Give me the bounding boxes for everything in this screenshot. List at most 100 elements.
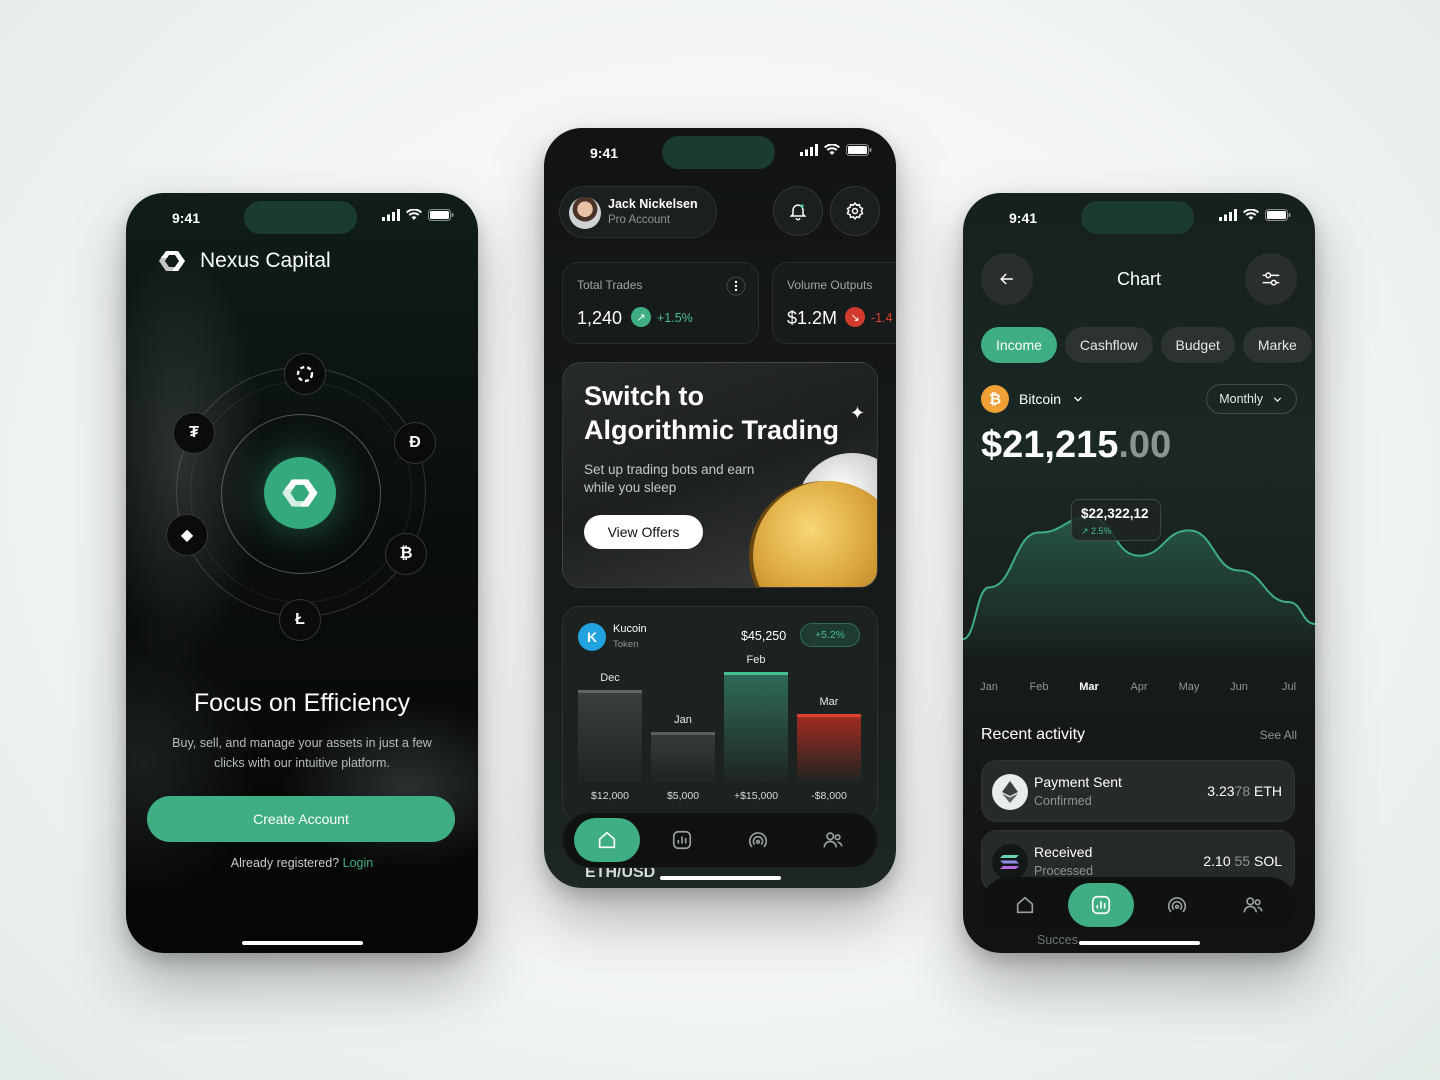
polkadot-icon xyxy=(284,353,326,395)
create-account-button[interactable]: Create Account xyxy=(147,796,455,842)
bar-mark xyxy=(578,690,642,782)
tab-income[interactable]: Income xyxy=(981,327,1057,363)
login-link[interactable]: Login xyxy=(343,856,374,870)
activity-amount: 2.10 55 SOL xyxy=(1203,853,1282,869)
bar-jan: Jan $5,000 xyxy=(651,607,715,821)
bar-feb: Feb +$15,000 xyxy=(724,607,788,821)
price-cents: .00 xyxy=(1118,424,1172,466)
litecoin-icon: Ł xyxy=(279,599,321,641)
volume-change: -1.4 xyxy=(871,311,893,325)
month-label-feb[interactable]: Feb xyxy=(1030,681,1049,693)
brand-name: Nexus Capital xyxy=(200,249,331,272)
home-icon xyxy=(598,831,615,849)
status-bar: 9:41 xyxy=(544,128,896,180)
signal-wave-icon xyxy=(748,832,767,848)
nav-users[interactable] xyxy=(1220,883,1286,927)
volume-label: Volume Outputs xyxy=(787,278,873,292)
status-icons xyxy=(800,144,872,156)
nav-home[interactable] xyxy=(573,818,640,862)
signal-wave-icon xyxy=(1167,897,1187,913)
total-trades-change: +1.5% xyxy=(657,311,693,325)
bell-icon xyxy=(789,204,807,221)
filter-button[interactable] xyxy=(1245,253,1297,305)
month-label-jul[interactable]: Jul xyxy=(1282,681,1296,693)
dash-icon: Đ xyxy=(394,422,436,464)
headline: Focus on Efficiency xyxy=(193,689,411,717)
bar-month-label: Jan xyxy=(674,714,692,726)
bitcoin-icon: ₿ xyxy=(385,533,427,575)
total-trades-value: 1,240 xyxy=(577,308,623,328)
view-offers-button[interactable]: View Offers xyxy=(584,515,703,549)
month-label-jan[interactable]: Jan xyxy=(980,681,998,693)
status-icons xyxy=(1219,209,1291,221)
user-role: Pro Account xyxy=(608,214,671,226)
coin-selector[interactable]: ₿ Bitcoin xyxy=(981,385,1085,413)
promo-title: Switch to Algorithmic Trading xyxy=(584,381,840,445)
promo-card[interactable]: ✦ Switch to Algorithmic Trading Set up t… xyxy=(562,362,878,588)
nav-signal[interactable] xyxy=(725,818,791,862)
users-icon xyxy=(823,832,843,848)
period-select[interactable]: Monthly xyxy=(1206,384,1297,414)
tab-budget[interactable]: Budget xyxy=(1160,327,1235,363)
ethereum-icon: ◆ xyxy=(166,514,208,556)
chart-icon xyxy=(1091,895,1111,915)
nexus-logo-icon xyxy=(159,251,185,271)
nav-signal[interactable] xyxy=(1144,883,1210,927)
see-all-link[interactable]: See All xyxy=(1260,728,1297,742)
signal-icon xyxy=(1219,209,1237,221)
solana-icon xyxy=(992,844,1028,880)
nav-home[interactable] xyxy=(992,883,1058,927)
month-label-jun[interactable]: Jun xyxy=(1230,681,1248,693)
bar-mar: Mar -$8,000 xyxy=(797,607,861,821)
month-label-may[interactable]: May xyxy=(1179,681,1200,693)
coin-price: $21,215.00 xyxy=(981,424,1171,467)
activity-amount: 3.2378 ETH xyxy=(1207,783,1282,799)
nav-users[interactable] xyxy=(800,818,866,862)
login-prompt: Already registered? Login xyxy=(126,856,478,870)
signal-icon xyxy=(800,144,818,156)
profile-chip[interactable]: Jack Nickelsen Pro Account xyxy=(559,186,717,238)
volume-card[interactable]: Volume Outputs $1.2M ↘ -1.4 xyxy=(772,262,896,344)
status-time: 9:41 xyxy=(590,145,619,161)
chevron-down-icon xyxy=(1273,396,1282,402)
settings-button[interactable] xyxy=(830,186,880,236)
tab-cashflow[interactable]: Cashflow xyxy=(1064,327,1153,363)
gear-icon xyxy=(846,201,864,221)
home-icon xyxy=(1016,896,1034,914)
status-time: 9:41 xyxy=(172,210,201,226)
arrow-up-icon: ↗ xyxy=(631,307,651,327)
bar-month-label: Feb xyxy=(746,654,766,666)
notifications-button[interactable] xyxy=(773,186,823,236)
bar-month-label: Dec xyxy=(600,672,620,684)
status-bar: 9:41 xyxy=(963,193,1315,245)
activity-title: Payment Sent xyxy=(1034,774,1122,790)
dynamic-island xyxy=(1081,201,1194,234)
month-label-apr[interactable]: Apr xyxy=(1130,681,1147,693)
total-trades-card[interactable]: Total Trades 1,240 ↗ +1.5% xyxy=(562,262,759,344)
login-prompt-text: Already registered? xyxy=(230,856,340,870)
chart-tooltip: $22,322,12 ↗ 2.5% xyxy=(1071,499,1161,541)
bar-dec: Dec $12,000 xyxy=(578,607,642,821)
category-tabs: Income Cashflow Budget Marke xyxy=(981,327,1312,363)
battery-icon xyxy=(1265,209,1291,221)
wifi-icon xyxy=(824,144,840,155)
bar-mark xyxy=(724,672,788,782)
users-icon xyxy=(1243,897,1263,913)
tooltip-value: $22,322,12 xyxy=(1081,506,1149,521)
onboarding-phone: 9:41 Nexus Capital ₮ Đ ◆ ₿ Ł Focus on Ef… xyxy=(126,193,478,953)
activity-item[interactable]: Payment Sent Confirmed 3.2378 ETH xyxy=(981,760,1295,822)
nav-stats[interactable] xyxy=(649,818,715,862)
nav-stats[interactable] xyxy=(1068,883,1134,927)
subtitle: Buy, sell, and manage your assets in jus… xyxy=(172,736,432,770)
more-icon[interactable] xyxy=(726,276,746,296)
tab-market[interactable]: Marke xyxy=(1242,327,1312,363)
token-chart-card[interactable]: K Kucoin Token $45,250 +5.2% Dec $12,000 J… xyxy=(562,606,878,822)
avatar xyxy=(569,197,601,229)
bar-value-label: +$15,000 xyxy=(733,790,779,802)
battery-icon xyxy=(846,144,872,156)
sliders-icon xyxy=(1262,272,1280,286)
period-value: Monthly xyxy=(1219,392,1263,406)
gold-coin-illustration xyxy=(753,481,877,587)
tether-icon: ₮ xyxy=(173,412,215,454)
month-label-mar[interactable]: Mar xyxy=(1079,681,1099,693)
